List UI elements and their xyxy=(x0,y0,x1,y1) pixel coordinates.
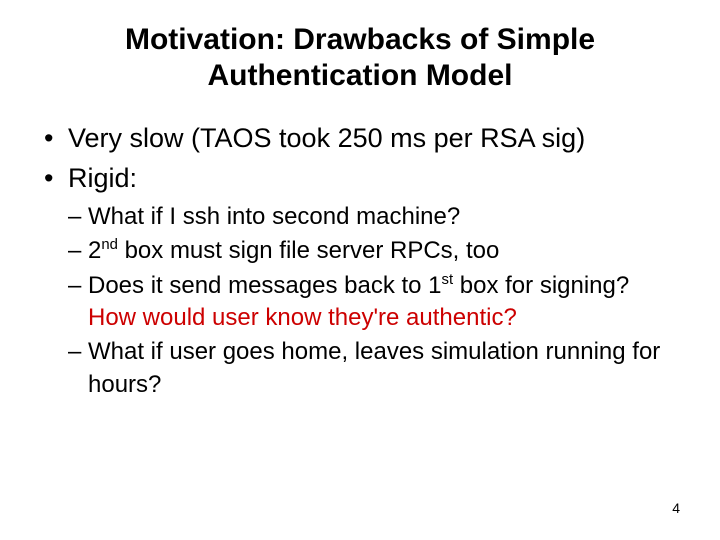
bullet-list: Very slow (TAOS took 250 ms per RSA sig)… xyxy=(40,120,680,197)
dash-text: What if user goes home, leaves simulatio… xyxy=(88,338,660,397)
dash-list: What if I ssh into second machine? 2nd bo… xyxy=(40,201,680,401)
bullet-item: Rigid: xyxy=(40,160,680,196)
dash-text: box for signing? xyxy=(453,272,629,299)
page-number: 4 xyxy=(672,500,680,516)
dash-item: Does it send messages back to 1st box fo… xyxy=(68,270,680,335)
dash-text: How would user know they're authentic? xyxy=(88,304,517,331)
slide-title: Motivation: Drawbacks of Simple Authenti… xyxy=(0,0,720,94)
title-line-2: Authentication Model xyxy=(208,59,513,92)
title-line-1: Motivation: Drawbacks of Simple xyxy=(125,23,595,56)
bullet-item: Very slow (TAOS took 250 ms per RSA sig) xyxy=(40,120,680,156)
bullet-text: Very slow (TAOS took 250 ms per RSA sig) xyxy=(68,123,585,153)
dash-item: What if user goes home, leaves simulatio… xyxy=(68,336,680,401)
slide-body: Very slow (TAOS took 250 ms per RSA sig)… xyxy=(0,94,720,401)
dash-item: 2nd box must sign file server RPCs, too xyxy=(68,235,680,267)
ordinal-superscript: st xyxy=(442,272,454,288)
dash-text: box must sign file server RPCs, too xyxy=(118,237,499,264)
dash-item: What if I ssh into second machine? xyxy=(68,201,680,233)
dash-text: What if I ssh into second machine? xyxy=(88,203,460,230)
dash-text: Does it send messages back to 1 xyxy=(88,272,442,299)
slide: Motivation: Drawbacks of Simple Authenti… xyxy=(0,0,720,540)
dash-text: 2 xyxy=(88,237,101,264)
ordinal-superscript: nd xyxy=(101,237,118,253)
bullet-text: Rigid: xyxy=(68,163,137,193)
